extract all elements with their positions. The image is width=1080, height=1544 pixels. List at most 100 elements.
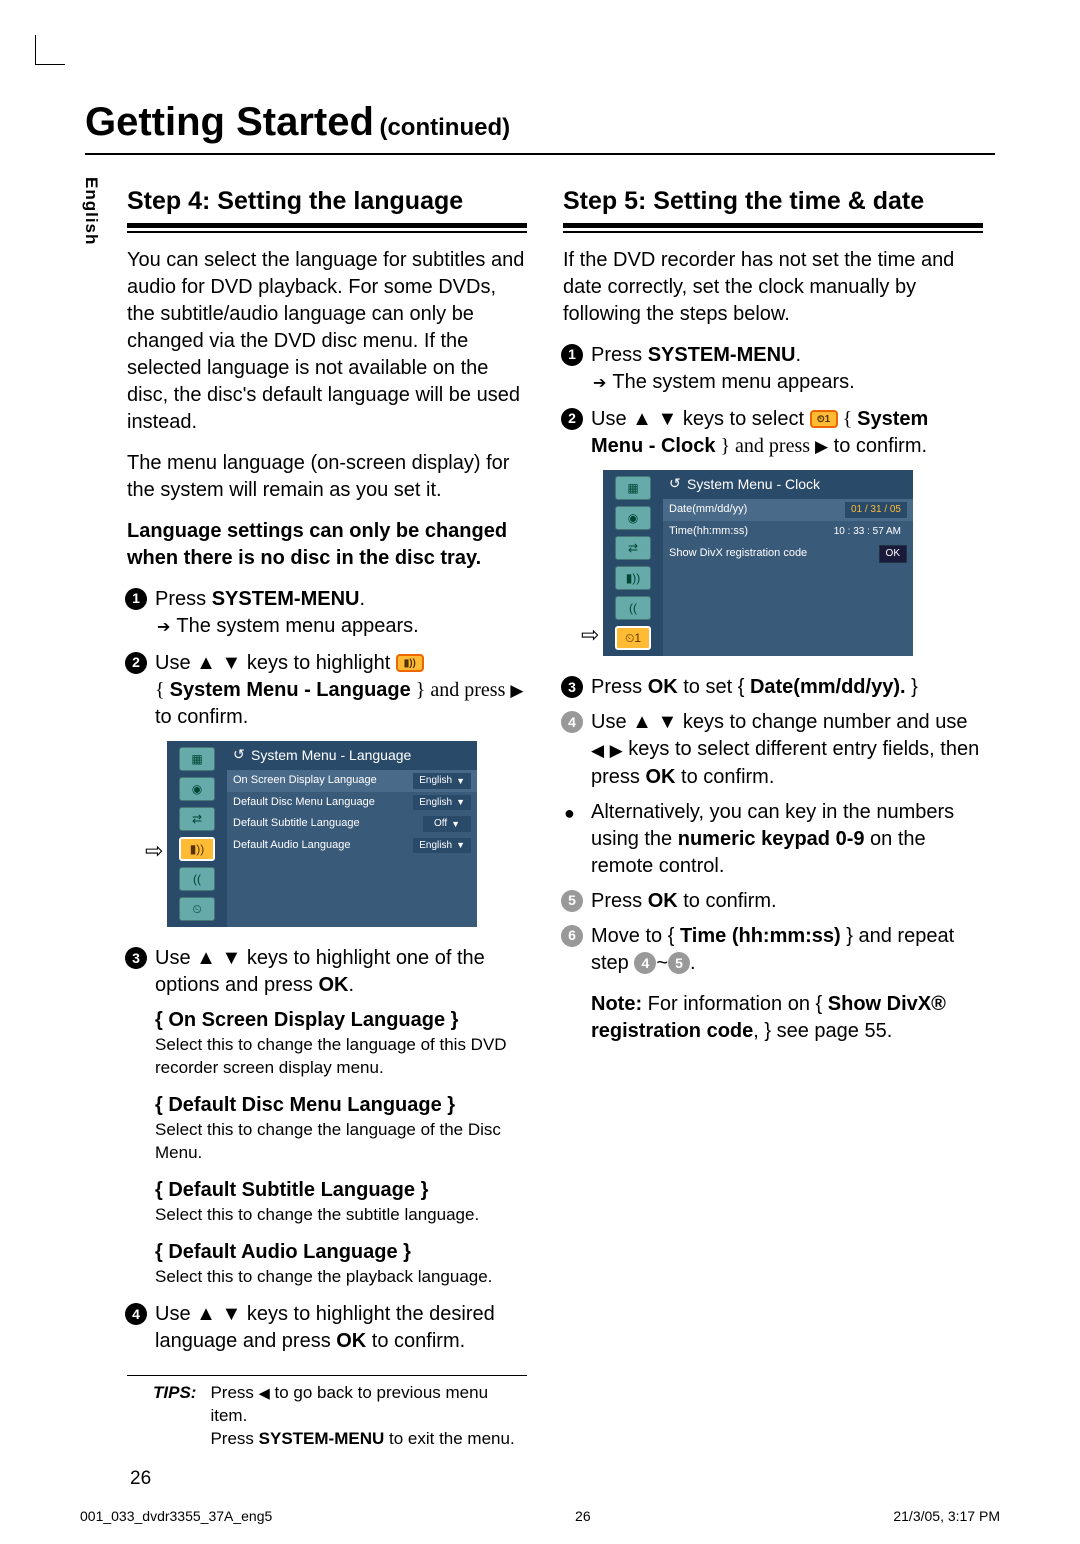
step5-item1: 1 Press SYSTEM-MENU. The system menu app…: [563, 342, 983, 396]
tips-label: TIPS:: [153, 1382, 196, 1451]
osd-clock-row-2: Show DivX registration code OK: [663, 542, 913, 566]
osd-clock-row-0: Date(mm/dd/yy) 01 / 31 / 05: [663, 499, 913, 521]
down-arrow-icon: [221, 650, 241, 677]
curly-open: {: [155, 679, 170, 701]
step4-item1: 1 Press SYSTEM-MENU. The system menu app…: [127, 586, 527, 640]
step5-4e: to confirm.: [675, 766, 774, 788]
option-3-title: { Default Subtitle Language }: [155, 1177, 527, 1204]
down-arrow-icon: [221, 945, 241, 972]
option-3: { Default Subtitle Language } Select thi…: [127, 1177, 527, 1227]
step4-heading-rule: [127, 223, 527, 233]
step5-6a: Move to {: [591, 925, 680, 947]
osd-clock-val-1: 10 : 33 : 57 AM: [828, 524, 907, 540]
step5-2b: keys to select: [677, 408, 809, 430]
step4-heading: Step 4: Setting the language: [127, 185, 527, 219]
step4-2a: Use: [155, 652, 196, 674]
up-arrow-icon: [632, 709, 652, 736]
up-arrow-icon: [196, 1301, 216, 1328]
bullet-4-icon: 4: [561, 711, 583, 733]
osd-lang-val-1: English▼: [413, 795, 471, 811]
up-arrow-icon: [196, 650, 216, 677]
step5-item6: 6 Move to { Time (hh:mm:ss) } and repeat…: [563, 923, 983, 977]
step5-4b: keys to change number and use: [677, 711, 967, 733]
option-2-title: { Default Disc Menu Language }: [155, 1092, 527, 1119]
step4-para2: The menu language (on-screen display) fo…: [127, 450, 527, 504]
osd-lang-row-3: Default Audio Language English▼: [227, 835, 477, 857]
osd-lang-label-1: Default Disc Menu Language: [233, 795, 375, 810]
inline-bullet-5-icon: 5: [668, 952, 690, 974]
osd-clock-val-2: OK: [879, 545, 907, 563]
bullet-1-icon: 1: [561, 344, 583, 366]
option-2: { Default Disc Menu Language } Select th…: [127, 1092, 527, 1165]
bullet-5-icon: 5: [561, 890, 583, 912]
step5-4a: Use: [591, 711, 632, 733]
bullet-3-icon: 3: [561, 676, 583, 698]
tips-2a: Press: [210, 1429, 258, 1448]
step5-3d: Date(mm/dd/yy).: [750, 676, 906, 698]
step4-2f: to confirm.: [155, 706, 248, 728]
option-4-desc: Select this to change the playback langu…: [155, 1266, 527, 1289]
dropdown-icon: ▼: [456, 775, 465, 787]
tips-2b: SYSTEM-MENU: [259, 1429, 385, 1448]
osd-clock-val-0: 01 / 31 / 05: [845, 502, 907, 518]
step5-heading-rule: [563, 223, 983, 233]
step5-1c: .: [795, 344, 801, 366]
down-arrow-icon: [657, 709, 677, 736]
option-3-desc: Select this to change the subtitle langu…: [155, 1204, 527, 1227]
step4-1b: SYSTEM-MENU: [212, 588, 360, 610]
option-4-title: { Default Audio Language }: [155, 1239, 527, 1266]
osd-pointer-icon: ⇨: [145, 836, 163, 866]
osd-ico-clock: ⏲1: [615, 626, 651, 650]
step4-4d: to confirm.: [366, 1330, 465, 1352]
bullet-2-icon: 2: [125, 652, 147, 674]
step5-4d: OK: [645, 766, 675, 788]
osd-ico-io: ⇄: [615, 536, 651, 560]
osd-ico-video: ▦: [615, 476, 651, 500]
option-4: { Default Audio Language } Select this t…: [127, 1239, 527, 1289]
title-main: Getting Started: [85, 100, 374, 144]
right-arrow-icon: [610, 737, 623, 764]
step5-5b: OK: [648, 890, 678, 912]
osd-lang-row-0: On Screen Display Language English▼: [227, 770, 477, 792]
tips-1a: Press: [210, 1383, 258, 1402]
osd-ico-clock: ⏲: [179, 897, 215, 921]
dropdown-icon: ▼: [456, 839, 465, 851]
osd-ico-disc: ◉: [179, 777, 215, 801]
option-1-desc: Select this to change the language of th…: [155, 1034, 527, 1080]
step5-1a: Press: [591, 344, 648, 366]
step5-alt: Alternatively, you can key in the number…: [563, 799, 983, 880]
step5-5c: to confirm.: [678, 890, 777, 912]
footer-center: 26: [272, 1507, 893, 1526]
footer-line: 001_033_dvdr3355_37A_eng5 26 21/3/05, 3:…: [80, 1507, 1000, 1526]
step5-alt-b: numeric keypad 0-9: [678, 828, 865, 850]
osd-left-icons: ▦ ◉ ⇄ ▮)) (( ⏲1: [603, 470, 663, 656]
osd-clock-label-2: Show DivX registration code: [669, 546, 807, 561]
step5-3b: OK: [648, 676, 678, 698]
left-arrow-icon: [259, 1382, 270, 1405]
osd-lang-val-3: English▼: [413, 838, 471, 854]
step5-2a: Use: [591, 408, 632, 430]
osd-left-icons: ▦ ◉ ⇄ ▮)) (( ⏲: [167, 741, 227, 927]
step5-3a: Press: [591, 676, 648, 698]
bullet-6-icon: 6: [561, 925, 583, 947]
osd-lang-row-1: Default Disc Menu Language English▼: [227, 792, 477, 814]
step4-1c: .: [359, 588, 365, 610]
tips-block: TIPS: Press to go back to previous menu …: [127, 1376, 527, 1463]
osd-ico-antenna: ((: [615, 596, 651, 620]
bullet-4-icon: 4: [125, 1303, 147, 1325]
curly-open2: {: [838, 408, 858, 430]
footer-timestamp: 21/3/05, 3:17 PM: [893, 1507, 1000, 1526]
language-menu-icon: ▮)): [396, 654, 424, 672]
step5-note: Note: For information on { Show DivX® re…: [563, 991, 983, 1045]
page-title: Getting Started (continued): [85, 95, 995, 149]
left-arrow-icon: [591, 737, 604, 764]
osd-ico-video: ▦: [179, 747, 215, 771]
step5-item2: 2 Use keys to select ⏲1 { System Menu - …: [563, 406, 983, 460]
step5-6e: .: [690, 952, 696, 974]
osd-ico-io: ⇄: [179, 807, 215, 831]
step4-1a: Press: [155, 588, 212, 610]
tips-2c: to exit the menu.: [384, 1429, 514, 1448]
osd-lang-row-2: Default Subtitle Language Off▼: [227, 813, 477, 835]
osd-ico-antenna: ((: [179, 867, 215, 891]
option-1-title: { On Screen Display Language }: [155, 1007, 527, 1034]
